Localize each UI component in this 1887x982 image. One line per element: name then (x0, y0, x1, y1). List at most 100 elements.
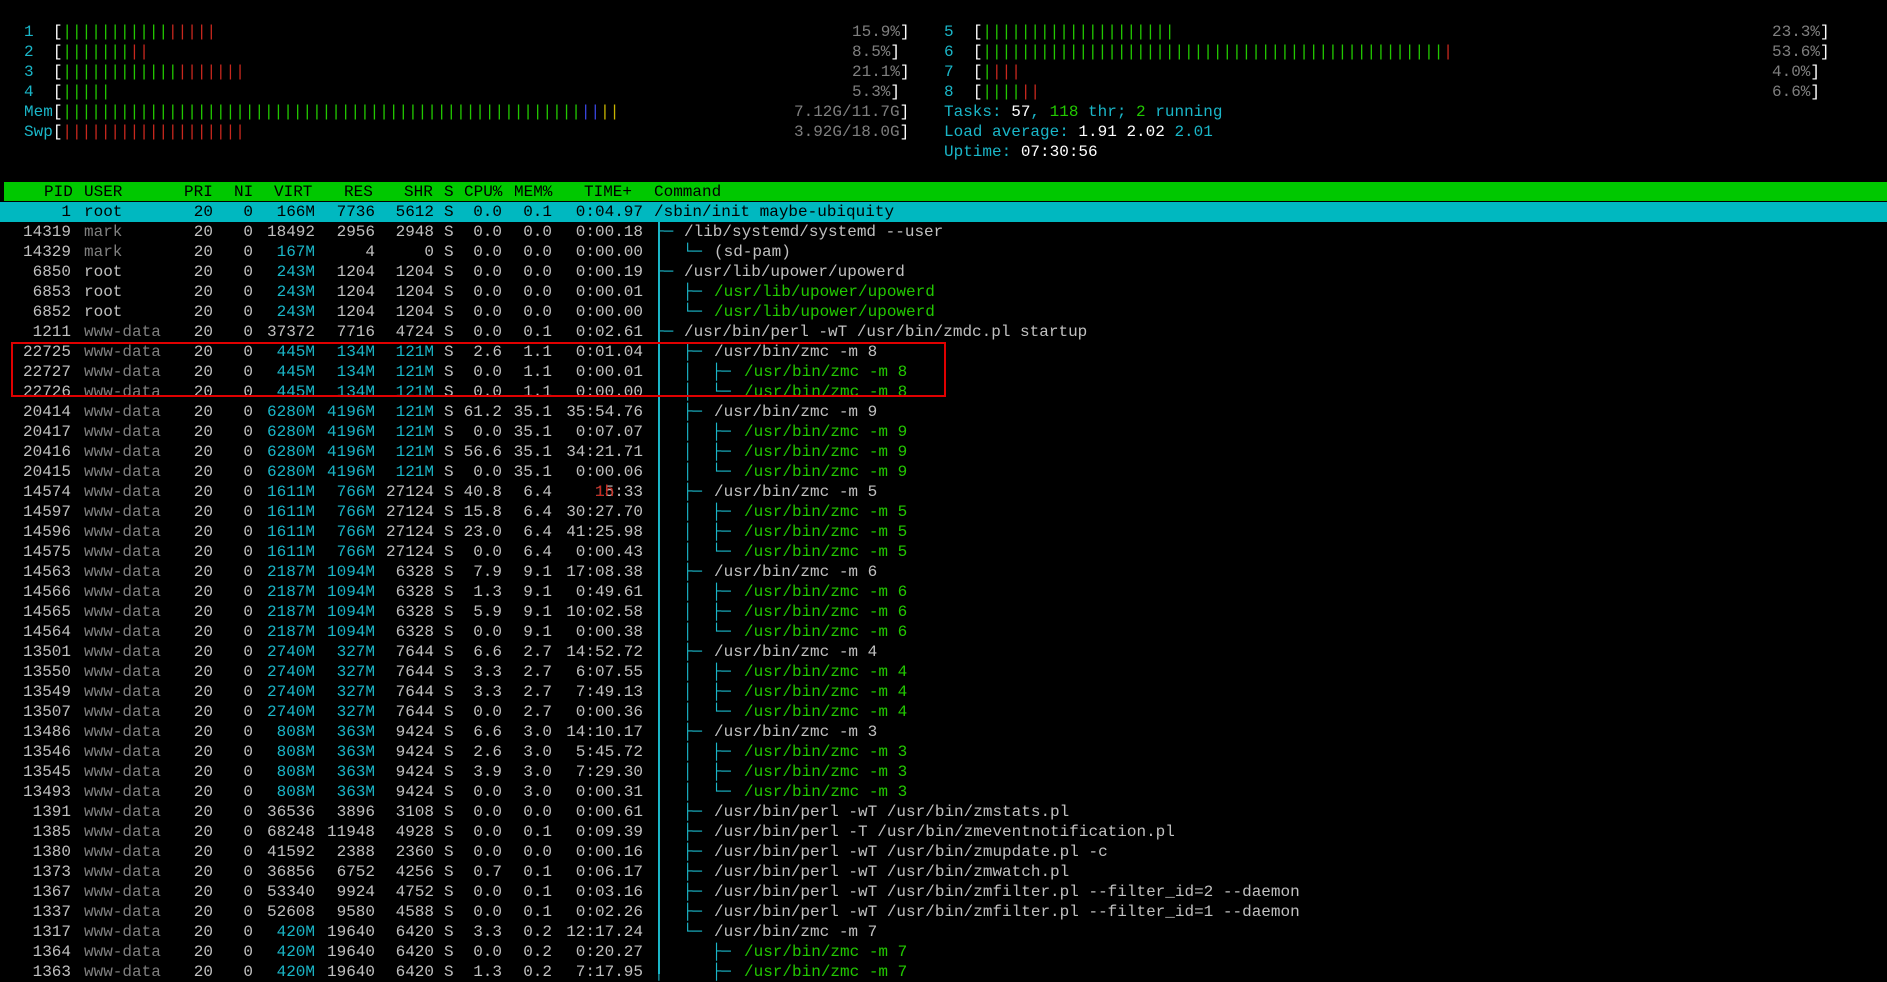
process-row[interactable]: 14566 www-data 20 0 2187M 1094M 6328 S 1.3 9.1 0:4… (0, 582, 1887, 602)
process-row[interactable]: 1317 www-data 20 0 420M 19640 6420 S 3.3 0.2 12:17… (0, 922, 1887, 942)
col-pid[interactable]: PID (44, 182, 73, 202)
user-cell: www-data (84, 883, 161, 901)
pid-cell: 1367 (32, 883, 71, 901)
nice-cell: 0 (243, 903, 253, 921)
res-cell: 2388 (336, 843, 375, 861)
res-cell: 19640 (326, 923, 375, 941)
process-row[interactable]: 14597 www-data 20 0 1611M 766M 27124 S 15.8 6.4 30… (0, 502, 1887, 522)
res-cell: 19640 (326, 943, 375, 961)
time-cell: 14:10.17 (566, 723, 643, 741)
process-row[interactable]: 6850 root 20 0 243M 1204 1204 S 0.0 0.0 0:00.19 ├─ … (0, 262, 1887, 282)
col-virt[interactable]: VIRT (274, 182, 312, 202)
res-cell: 327M (336, 703, 375, 721)
pid-cell: 20416 (22, 443, 71, 461)
process-row[interactable]: 1337 www-data 20 0 52608 9580 4588 S 0.0 0.1 0:02.… (0, 902, 1887, 922)
cpu-cell: 0.7 (473, 863, 502, 881)
virt-cell: 1611M (266, 523, 315, 541)
process-row[interactable]: 20414 www-data 20 0 6280M 4196M 121M S 61.2 35.1 3… (0, 402, 1887, 422)
shr-cell: 6420 (395, 923, 434, 941)
process-row[interactable]: 14565 www-data 20 0 2187M 1094M 6328 S 5.9 9.1 10:… (0, 602, 1887, 622)
nice-cell: 0 (243, 943, 253, 961)
virt-cell: 2187M (266, 603, 315, 621)
priority-cell: 20 (193, 523, 213, 541)
process-row[interactable]: 1391 www-data 20 0 36536 3896 3108 S 0.0 0.0 0:00.… (0, 802, 1887, 822)
tree-branch: │ │ ├─ (654, 743, 741, 761)
user-cell: mark (84, 223, 123, 241)
time-cell: 17:08.38 (566, 563, 643, 581)
res-cell: 363M (336, 723, 375, 741)
process-row[interactable]: 1363 www-data 20 0 420M 19640 6420 S 1.3 0.2 7:17.… (0, 962, 1887, 982)
process-row[interactable]: 6852 root 20 0 243M 1204 1204 S 0.0 0.0 0:00.00 │ └… (0, 302, 1887, 322)
col-user[interactable]: USER (84, 182, 122, 202)
process-row[interactable]: 14596 www-data 20 0 1611M 766M 27124 S 23.0 6.4 41… (0, 522, 1887, 542)
shr-cell: 6328 (395, 623, 434, 641)
command-cell: /usr/bin/perl -T /usr/bin/zmeventnotific… (714, 823, 1175, 841)
user-cell: www-data (84, 563, 161, 581)
process-row[interactable]: 14575 www-data 20 0 1611M 766M 27124 S 0.0 6.4 0:0… (0, 542, 1887, 562)
col-pri[interactable]: PRI (184, 182, 213, 202)
process-row[interactable]: 14319 mark 20 0 18492 2956 2948 S 0.0 0.0 0:00.18 ├… (0, 222, 1887, 242)
mem-cell: 0.2 (523, 923, 552, 941)
command-cell: /usr/bin/zmc -m 6 (714, 563, 878, 581)
col-res[interactable]: RES (344, 182, 373, 202)
command-cell: /usr/bin/zmc -m 5 (744, 543, 908, 561)
process-row[interactable]: 1364 www-data 20 0 420M 19640 6420 S 0.0 0.2 0:20.… (0, 942, 1887, 962)
process-row[interactable]: 14329 mark 20 0 167M 4 0 S 0.0 0.0 0:00.00 │ └─ (sd… (0, 242, 1887, 262)
process-row[interactable]: 20416 www-data 20 0 6280M 4196M 121M S 56.6 35.1 3… (0, 442, 1887, 462)
tree-branch: │ │ ├─ (654, 763, 741, 781)
process-row[interactable]: 13550 www-data 20 0 2740M 327M 7644 S 3.3 2.7 6:07… (0, 662, 1887, 682)
process-row[interactable]: 13549 www-data 20 0 2740M 327M 7644 S 3.3 2.7 7:49… (0, 682, 1887, 702)
tree-branch: │ │ ├─ (654, 603, 741, 621)
cpu-cell: 0.0 (473, 843, 502, 861)
process-row[interactable]: 13507 www-data 20 0 2740M 327M 7644 S 0.0 2.7 0:00… (0, 702, 1887, 722)
user-cell: www-data (84, 503, 161, 521)
process-row[interactable]: 20417 www-data 20 0 6280M 4196M 121M S 0.0 35.1 0:… (0, 422, 1887, 442)
priority-cell: 20 (193, 463, 213, 481)
col-time[interactable]: TIME+ (584, 182, 632, 202)
state-cell: S (444, 763, 454, 781)
mem-cell: 6.4 (523, 523, 552, 541)
time-cell: 1h 15:33 (594, 483, 643, 501)
process-row[interactable]: 1 root 20 0 166M 7736 5612 S 0.0 0.1 0:04.97/sbin/… (0, 202, 1887, 222)
process-row[interactable]: 1385 www-data 20 0 68248 11948 4928 S 0.0 0.1 0:09… (0, 822, 1887, 842)
process-row[interactable]: 14574 www-data 20 0 1611M 766M 27124 S 40.8 6.4 1h… (0, 482, 1887, 502)
virt-cell: 36856 (266, 863, 315, 881)
command-cell: (sd-pam) (714, 243, 791, 261)
process-row[interactable]: 1211 www-data 20 0 37372 7716 4724 S 0.0 0.1 0:02.… (0, 322, 1887, 342)
process-row[interactable]: 6853 root 20 0 243M 1204 1204 S 0.0 0.0 0:00.01 │ ├… (0, 282, 1887, 302)
command-cell: /usr/bin/zmc -m 7 (744, 943, 908, 961)
command-cell: /usr/bin/zmc -m 9 (714, 403, 878, 421)
cpu-meter-label: 2 (24, 43, 53, 61)
cpu-meter-system-bar: ||| (992, 63, 1021, 81)
pid-cell: 13507 (22, 703, 71, 721)
process-row[interactable]: 13501 www-data 20 0 2740M 327M 7644 S 6.6 2.7 14:5… (0, 642, 1887, 662)
process-row[interactable]: 13545 www-data 20 0 808M 363M 9424 S 3.9 3.0 7:29.… (0, 762, 1887, 782)
process-row[interactable]: 13493 www-data 20 0 808M 363M 9424 S 0.0 3.0 0:00.… (0, 782, 1887, 802)
col-mem[interactable]: MEM% (514, 182, 552, 202)
time-cell: 10:02.58 (566, 603, 643, 621)
process-row[interactable]: 14563 www-data 20 0 2187M 1094M 6328 S 7.9 9.1 17:… (0, 562, 1887, 582)
process-row[interactable]: 20415 www-data 20 0 6280M 4196M 121M S 0.0 35.1 0:… (0, 462, 1887, 482)
priority-cell: 20 (193, 403, 213, 421)
col-cpu[interactable]: CPU% (464, 182, 502, 202)
tree-branch: │ │ └─ (654, 623, 741, 641)
res-cell: 4196M (326, 403, 375, 421)
process-row[interactable]: 13546 www-data 20 0 808M 363M 9424 S 2.6 3.0 5:45.… (0, 742, 1887, 762)
state-cell: S (444, 883, 454, 901)
pid-cell: 20415 (22, 463, 71, 481)
col-ni[interactable]: NI (234, 182, 253, 202)
nice-cell: 0 (243, 663, 253, 681)
state-cell: S (444, 663, 454, 681)
res-cell: 766M (336, 503, 375, 521)
col-shr[interactable]: SHR (404, 182, 433, 202)
process-row[interactable]: 14564 www-data 20 0 2187M 1094M 6328 S 0.0 9.1 0:0… (0, 622, 1887, 642)
process-row[interactable]: 1380 www-data 20 0 41592 2388 2360 S 0.0 0.0 0:00.… (0, 842, 1887, 862)
tree-branch: │ ├─ (654, 283, 712, 301)
process-row[interactable]: 13486 www-data 20 0 808M 363M 9424 S 6.6 3.0 14:10… (0, 722, 1887, 742)
process-row[interactable]: 1373 www-data 20 0 36856 6752 4256 S 0.7 0.1 0:06.… (0, 862, 1887, 882)
process-row[interactable]: 1367 www-data 20 0 53340 9924 4752 S 0.0 0.1 0:03.… (0, 882, 1887, 902)
time-cell: 0:00.06 (575, 463, 643, 481)
col-state[interactable]: S (444, 182, 454, 202)
pid-cell: 6850 (32, 263, 71, 281)
col-command[interactable]: Command (654, 182, 721, 202)
